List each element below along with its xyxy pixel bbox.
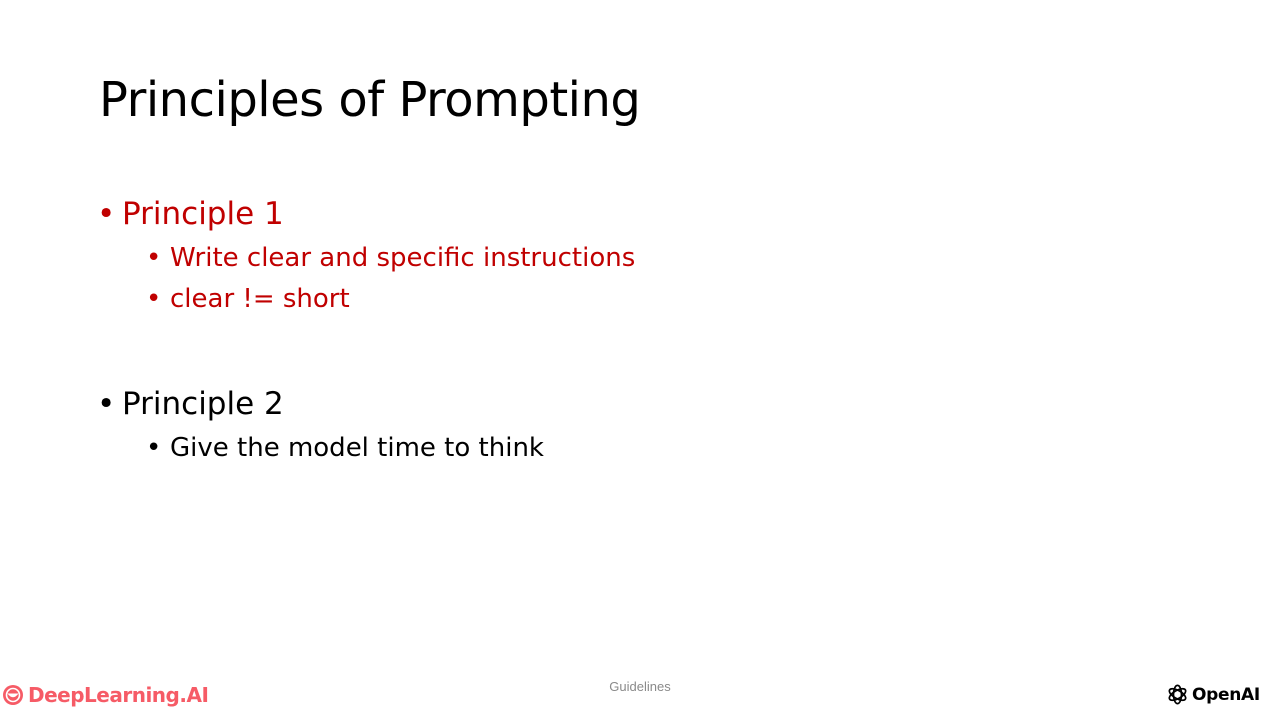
slide: Principles of Prompting • Principle 1 • … (0, 0, 1280, 720)
sub-bullet: • Write clear and specific instructions (146, 243, 635, 273)
openai-logo: OpenAI (1166, 683, 1260, 706)
principle-2-item-1: Give the model time to think (170, 433, 544, 463)
principle-1-item-1: Write clear and specific instructions (170, 243, 636, 273)
bullet-dot: • (146, 243, 162, 273)
bullet-dot: • (146, 433, 162, 463)
principle-1-label: Principle 1 (122, 196, 284, 232)
principle-2-label: Principle 2 (122, 386, 284, 422)
deeplearning-ai-logo-icon (3, 685, 23, 705)
sub-bullet: • Give the model time to think (146, 433, 544, 463)
openai-logo-text: OpenAI (1192, 684, 1260, 705)
bullet-dot: • (146, 284, 162, 314)
deeplearning-ai-logo: DeepLearning.AI (2, 683, 209, 707)
slide-title: Principles of Prompting (99, 72, 641, 128)
bullet-dot: • (97, 196, 116, 232)
principle-1-item-2: clear != short (170, 284, 350, 314)
openai-logo-icon (1168, 684, 1187, 705)
sub-bullet: • clear != short (146, 284, 350, 314)
bullet-dot: • (97, 386, 116, 422)
bullet-principle-2: • Principle 2 (97, 386, 284, 422)
deeplearning-ai-logo-text: DeepLearning.AI (28, 683, 209, 707)
bullet-principle-1: • Principle 1 (97, 196, 284, 232)
